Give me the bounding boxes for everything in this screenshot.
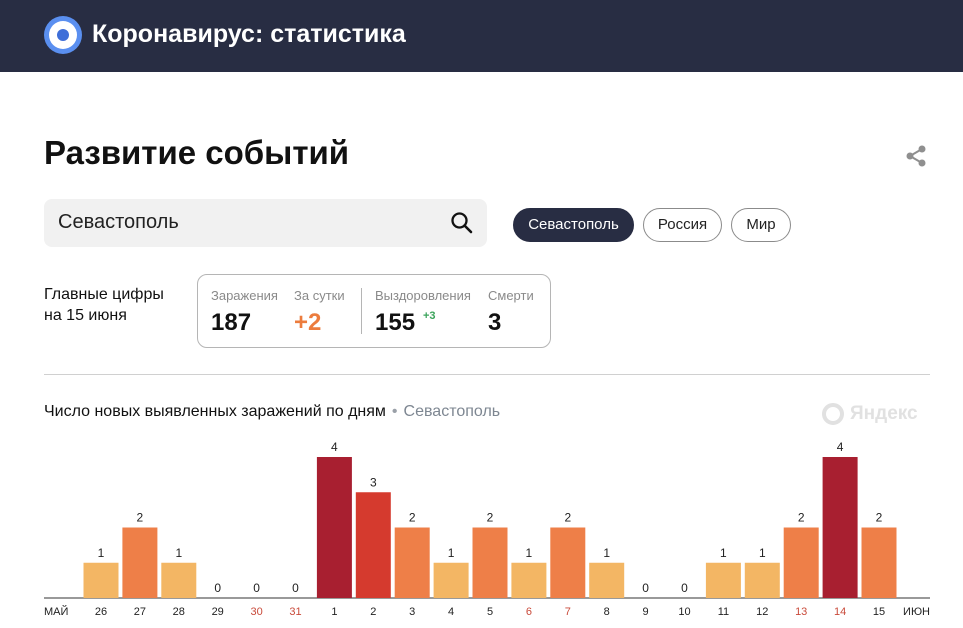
x-tick-label-26: 26: [95, 606, 107, 618]
chart-bar-8: [589, 562, 625, 598]
value-label-12: 1: [759, 546, 766, 560]
value-label-1: 4: [331, 440, 338, 454]
x-tick-label-7: 7: [565, 606, 571, 618]
deaths-value: 3: [488, 309, 502, 336]
x-tick-label-28: 28: [173, 606, 185, 618]
stats-separator: [361, 288, 362, 334]
chart-title: Число новых выявленных заражений по дням: [44, 403, 386, 420]
value-label-5: 2: [487, 511, 494, 525]
chart-subtitle: Севастополь: [403, 403, 501, 420]
summary-label: Главные цифры на 15 июня: [44, 284, 194, 326]
chart-bar-3: [394, 527, 430, 598]
yandex-logo-icon: [822, 403, 844, 425]
x-tick-label-31: 31: [289, 606, 301, 618]
x-tick-label-2: 2: [370, 606, 376, 618]
value-label-27: 2: [137, 511, 144, 525]
section-title: Развитие событий: [44, 134, 350, 171]
x-tick-label-12: 12: [756, 606, 768, 618]
x-tick-label-10: 10: [678, 606, 690, 618]
coronavirus-logo-icon[interactable]: [44, 16, 82, 54]
value-label-11: 1: [720, 546, 727, 560]
region-search-input[interactable]: Севастополь: [44, 199, 487, 247]
recovered-label: Выздоровления: [375, 288, 471, 303]
summary-label-title: Главные цифры: [44, 286, 164, 303]
yandex-watermark-text: Яндекс: [850, 403, 918, 424]
chart-bar-15: [861, 527, 897, 598]
value-label-14: 4: [837, 440, 844, 454]
daily-label: За сутки: [294, 288, 345, 303]
value-label-30: 0: [253, 581, 260, 595]
x-tick-label-11: 11: [718, 606, 729, 618]
filter-sevastopol-button[interactable]: Севастополь: [513, 208, 634, 242]
x-tick-label-1: 1: [331, 606, 337, 618]
month-label-end: ИЮН: [903, 606, 930, 618]
x-tick-label-29: 29: [212, 606, 224, 618]
x-tick-label-4: 4: [448, 606, 454, 618]
value-label-2: 3: [370, 475, 377, 489]
summary-stats-card: Заражения 187 За сутки +2 Выздоровления …: [197, 274, 551, 348]
share-icon[interactable]: [904, 144, 928, 168]
chart-bar-6: [511, 562, 547, 598]
value-label-3: 2: [409, 511, 416, 525]
value-label-9: 0: [642, 581, 649, 595]
search-value: Севастополь: [58, 211, 179, 233]
filter-world-button[interactable]: Мир: [731, 208, 791, 242]
infections-label: Заражения: [211, 288, 278, 303]
chart-bar-7: [550, 527, 586, 598]
chart-bar-28: [161, 562, 197, 598]
value-label-8: 1: [603, 546, 610, 560]
deaths-label: Смерти: [488, 288, 534, 303]
chart-bar-11: [705, 562, 741, 598]
daily-infections-chart: 1262271280290300314132231425162718090101…: [44, 440, 930, 618]
x-tick-label-14: 14: [834, 606, 846, 618]
chart-bar-4: [433, 562, 469, 598]
app-title[interactable]: Коронавирус: статистика: [92, 20, 406, 49]
x-tick-label-8: 8: [604, 606, 610, 618]
recovered-delta: +3: [423, 310, 436, 322]
x-tick-label-9: 9: [643, 606, 649, 618]
x-tick-label-15: 15: [873, 606, 885, 618]
value-label-28: 1: [175, 546, 182, 560]
recovered-value: 155: [375, 309, 416, 336]
chart-bar-12: [744, 562, 780, 598]
yandex-watermark: Яндекс: [822, 401, 918, 427]
infections-value: 187: [211, 309, 252, 336]
value-label-10: 0: [681, 581, 688, 595]
top-bar: Коронавирус: статистика: [0, 0, 963, 72]
section-divider: [44, 374, 930, 375]
chart-bar-2: [355, 492, 391, 598]
summary-label-date: на 15 июня: [44, 307, 127, 324]
daily-value: +2: [294, 309, 322, 336]
value-label-6: 1: [526, 546, 533, 560]
value-label-13: 2: [798, 511, 805, 525]
x-tick-label-27: 27: [134, 606, 146, 618]
x-tick-label-3: 3: [409, 606, 415, 618]
chart-heading: Число новых выявленных заражений по дням…: [44, 403, 500, 421]
chart-bar-14: [822, 457, 858, 598]
value-label-26: 1: [98, 546, 105, 560]
search-icon[interactable]: [450, 211, 474, 235]
chart-bar-1: [316, 457, 352, 598]
value-label-31: 0: [292, 581, 299, 595]
chart-bar-5: [472, 527, 508, 598]
chart-title-dot: •: [391, 403, 398, 420]
month-label-start: МАЙ: [44, 605, 68, 618]
x-tick-label-13: 13: [795, 606, 807, 618]
value-label-29: 0: [214, 581, 221, 595]
x-tick-label-6: 6: [526, 606, 532, 618]
value-label-4: 1: [448, 546, 455, 560]
x-tick-label-5: 5: [487, 606, 493, 618]
filter-russia-button[interactable]: Россия: [643, 208, 722, 242]
value-label-7: 2: [564, 511, 571, 525]
x-tick-label-30: 30: [250, 606, 262, 618]
chart-bar-26: [83, 562, 119, 598]
value-label-15: 2: [876, 511, 883, 525]
chart-bar-27: [122, 527, 158, 598]
chart-bar-13: [783, 527, 819, 598]
